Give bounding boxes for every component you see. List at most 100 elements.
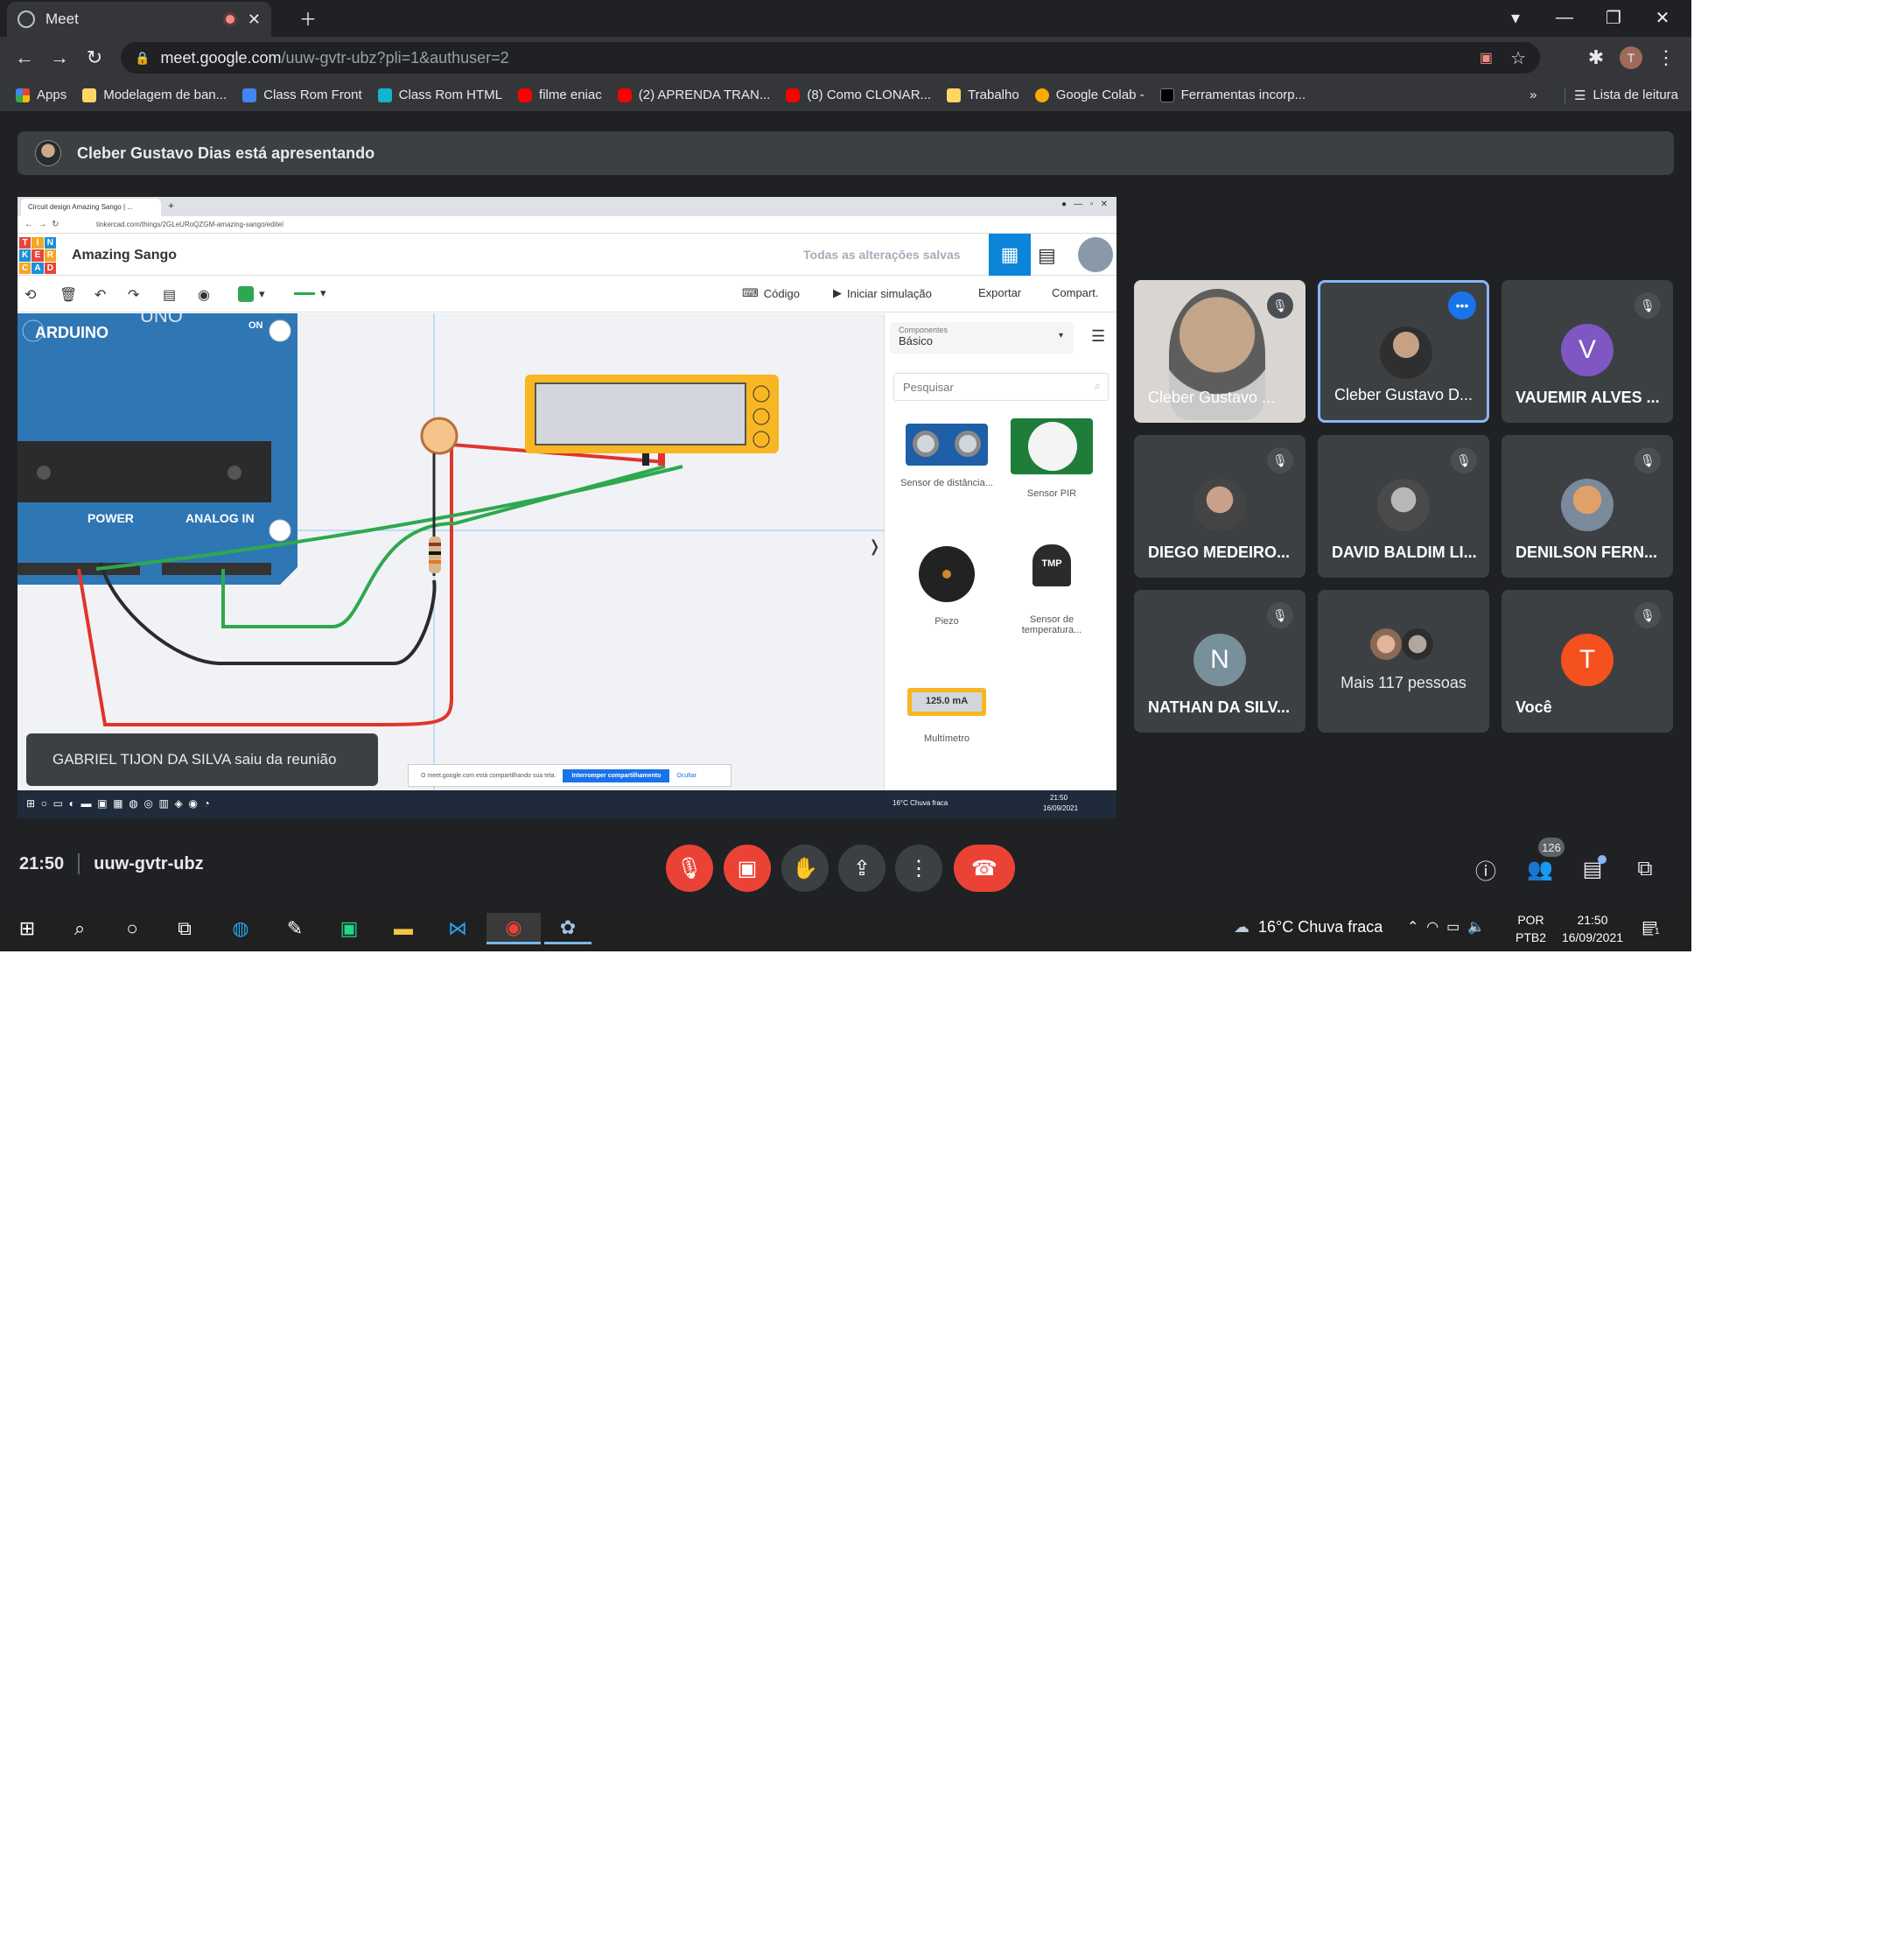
file-explorer-icon[interactable]: ▬	[382, 913, 425, 944]
search-icon: ⌕	[1094, 379, 1101, 392]
language-indicator[interactable]: POR PTB2	[1516, 911, 1546, 946]
people-button[interactable]: 👥 126	[1522, 838, 1564, 887]
bookmark-item[interactable]: (8) Como CLONAR...	[786, 88, 931, 102]
weather-widget[interactable]: ☁ 16°C Chuva fraca	[1234, 918, 1382, 936]
profile-avatar[interactable]: T	[1617, 44, 1645, 72]
participant-tile[interactable]: 🎙 DAVID BALDIM LI...	[1318, 435, 1489, 578]
chat-button[interactable]: ▤	[1575, 852, 1610, 887]
back-button[interactable]: ←	[10, 44, 38, 72]
raise-hand-button[interactable]: ✋	[781, 845, 829, 892]
component-pir-sensor: Sensor PIR	[1004, 418, 1100, 499]
extensions-icon[interactable]: ✱	[1582, 44, 1610, 72]
close-tab-icon[interactable]: ✕	[248, 11, 261, 29]
color-picker: ▾	[238, 286, 265, 302]
new-tab-button[interactable]: ＋	[284, 0, 332, 35]
meeting-details-button[interactable]: ⓘ	[1468, 852, 1503, 887]
participant-tile[interactable]: 🎙 DIEGO MEDEIRO...	[1134, 435, 1306, 578]
participant-tile[interactable]: V 🎙 VAUEMIR ALVES ...	[1502, 280, 1673, 423]
wire-style-picker: ▾	[294, 286, 326, 300]
clock[interactable]: 21:50 16/09/2021	[1558, 911, 1628, 946]
bookmark-item[interactable]: Modelagem de ban...	[82, 88, 227, 102]
tinkercad-logo: T I N K E R C A D	[19, 237, 56, 274]
participant-tile[interactable]: ••• Cleber Gustavo D...	[1318, 280, 1489, 423]
bookmark-item[interactable]: Ferramentas incorp...	[1159, 88, 1306, 102]
participant-tile[interactable]: Mais 117 pessoas	[1318, 590, 1489, 733]
more-options-button[interactable]: ⋮	[895, 845, 942, 892]
bookmarks-overflow[interactable]: »	[1530, 88, 1536, 102]
jetbrains-icon	[1159, 88, 1174, 102]
toast-text: GABRIEL TIJON DA SILVA saiu da reunião	[52, 751, 337, 768]
inner-time: 21:50	[1050, 794, 1068, 802]
address-bar[interactable]: 🔒 meet.google.com/uuw-gvtr-ubz?pli=1&aut…	[121, 42, 1540, 74]
simulate-button: ▶ Iniciar simulação	[833, 286, 932, 300]
classroom-icon	[377, 88, 392, 102]
bookmark-item[interactable]: Trabalho	[947, 88, 1019, 102]
participant-name: DAVID BALDIM LI...	[1332, 544, 1477, 561]
bookmark-star-icon[interactable]: ☆	[1510, 47, 1526, 69]
reading-list[interactable]: ☰ Lista de leitura	[1564, 87, 1679, 103]
bookmark-item[interactable]: Google Colab -	[1034, 88, 1144, 102]
wire-line-icon	[294, 291, 315, 295]
bookmark-item[interactable]: Class Rom HTML	[377, 88, 502, 102]
task-view-icon[interactable]: ⧉	[163, 913, 206, 944]
browser-toolbar: ← → ↻ 🔒 meet.google.com/uuw-gvtr-ubz?pli…	[0, 37, 1691, 79]
reading-list-label: Lista de leitura	[1592, 88, 1679, 102]
participant-tile[interactable]: 🎙 DENILSON FERN...	[1502, 435, 1673, 578]
presenting-text: Cleber Gustavo Dias está apresentando	[77, 144, 375, 162]
component-multimeter: 125.0 mA Multímetro	[899, 688, 995, 744]
activities-button[interactable]: ⧉	[1628, 852, 1662, 887]
participant-tile[interactable]: N 🎙 NATHAN DA SILV...	[1134, 590, 1306, 733]
edge-icon[interactable]: ◍	[219, 913, 262, 944]
paint-icon[interactable]: ✿	[544, 913, 592, 944]
list-toggle-icon: ☰	[1091, 327, 1106, 345]
participant-tile[interactable]: 🎙 Cleber Gustavo ...	[1134, 280, 1306, 423]
bookmark-apps[interactable]: Apps	[16, 88, 66, 102]
components-select: Componentes Básico ▾	[890, 322, 1074, 354]
tab-strip: Meet ✕ ＋ ▾ — ❐ ✕	[0, 0, 1691, 37]
folder-icon	[947, 88, 962, 102]
menu-icon[interactable]: ⋮	[1652, 44, 1680, 72]
participant-tile-self[interactable]: T 🎙 Você	[1502, 590, 1673, 733]
restore-button[interactable]: ❐	[1589, 0, 1638, 35]
temp-sensor-image: TMP	[1032, 544, 1071, 586]
more-participants-label: Mais 117 pessoas	[1340, 674, 1466, 691]
reload-button[interactable]: ↻	[80, 44, 108, 72]
editor-icon[interactable]: ✎	[273, 913, 317, 944]
vscode-icon[interactable]: ⋈	[436, 913, 480, 944]
bookmark-item[interactable]: filme eniac	[518, 88, 602, 102]
mic-toggle-button[interactable]: 🎙	[666, 845, 713, 892]
logo-letter: T	[19, 237, 32, 249]
meet-control-bar: 21:50 uuw-gvtr-ubz 🎙 ▣ ✋ ⇪ ⋮ ☎ ⓘ 👥 126 ▤…	[0, 827, 1691, 906]
cortana-icon[interactable]: ○	[110, 913, 154, 944]
participant-name: VAUEMIR ALVES ...	[1516, 389, 1660, 406]
forward-button[interactable]: →	[46, 44, 74, 72]
tray-icons[interactable]: ⌃ ◠ ▭ 🔈	[1407, 918, 1485, 936]
bookmark-item[interactable]: (2) APRENDA TRAN...	[617, 88, 770, 102]
camera-blocked-icon[interactable]: ▣	[1480, 49, 1493, 67]
board-model: UNO	[140, 313, 183, 326]
youtube-icon	[786, 88, 801, 102]
mic-off-icon: 🎙	[1634, 292, 1661, 319]
profile-initial: T	[1620, 46, 1642, 69]
notifications-icon[interactable]: ▤ 1	[1642, 916, 1662, 938]
present-button[interactable]: ⇪	[838, 845, 886, 892]
close-window-button[interactable]: ✕	[1638, 0, 1687, 35]
start-icon[interactable]: ⊞	[5, 913, 49, 944]
tab-search-icon[interactable]: ▾	[1491, 0, 1540, 35]
participant-name: DENILSON FERN...	[1516, 544, 1658, 561]
more-options-icon[interactable]: •••	[1448, 291, 1476, 319]
pycharm-icon[interactable]: ▣	[327, 913, 371, 944]
end-call-button[interactable]: ☎	[954, 845, 1015, 892]
tab-meet[interactable]: Meet ✕	[7, 2, 271, 37]
board-name: ARDUINO	[35, 324, 108, 341]
search-icon[interactable]: ⌕	[58, 913, 102, 944]
mic-off-icon: 🎙	[1634, 447, 1661, 473]
component-label: Sensor PIR	[1026, 488, 1077, 499]
chrome-icon[interactable]: ◉	[486, 913, 541, 944]
camera-toggle-button[interactable]: ▣	[724, 845, 771, 892]
bookmark-item[interactable]: Class Rom Front	[242, 88, 362, 102]
minimize-button[interactable]: —	[1540, 0, 1589, 35]
list-view-icon: ▤	[1038, 244, 1056, 266]
weather-text: 16°C Chuva fraca	[1258, 918, 1383, 936]
inner-url: tinkercad.com/things/2GLeURoQZGM-amazing…	[96, 221, 284, 228]
